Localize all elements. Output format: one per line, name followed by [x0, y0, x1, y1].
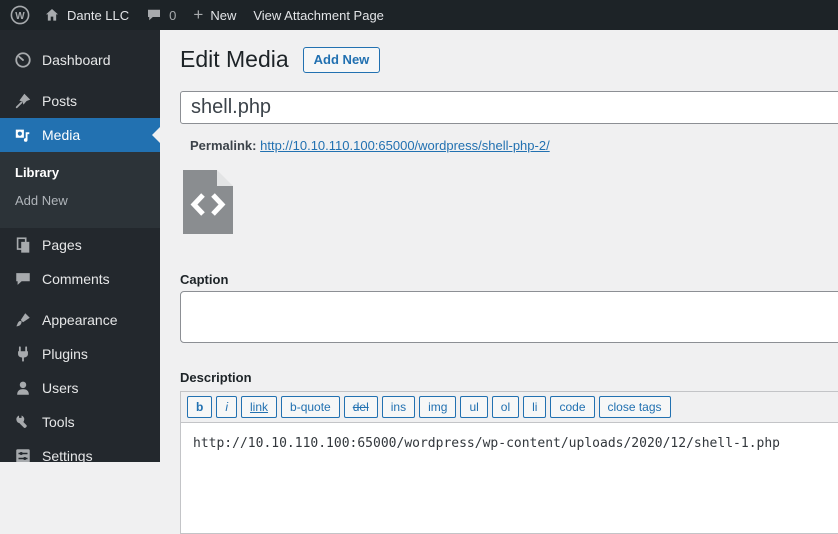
- media-title-input[interactable]: [180, 91, 838, 124]
- submenu-item-add-new[interactable]: Add New: [0, 186, 160, 214]
- sidebar-item-appearance[interactable]: Appearance: [0, 303, 160, 337]
- sidebar-item-label: Plugins: [42, 346, 88, 362]
- sidebar-item-label: Pages: [42, 237, 82, 253]
- site-name-label: Dante LLC: [67, 7, 130, 23]
- dashboard-icon: [13, 50, 33, 70]
- description-textarea[interactable]: http://10.10.110.100:65000/wordpress/wp-…: [181, 423, 838, 533]
- page-title: Edit Media: [180, 46, 289, 73]
- media-submenu: Library Add New: [0, 152, 160, 228]
- sidebar-item-label: Users: [42, 380, 79, 396]
- sidebar-item-label: Settings: [42, 448, 93, 462]
- permalink-link[interactable]: http://10.10.110.100:65000/wordpress/she…: [260, 138, 550, 153]
- quicktag-link-button[interactable]: link: [241, 396, 278, 418]
- view-attachment-page-label: View Attachment Page: [253, 7, 384, 23]
- wrench-icon: [13, 412, 33, 432]
- quicktag-ul-button[interactable]: ul: [460, 396, 488, 418]
- site-name-menu[interactable]: Dante LLC: [44, 7, 129, 23]
- quicktag-bold-button[interactable]: b: [187, 396, 213, 418]
- quicktag-li-button[interactable]: li: [523, 396, 547, 418]
- sidebar-item-plugins[interactable]: Plugins: [0, 337, 160, 371]
- sidebar-item-label: Comments: [42, 271, 110, 287]
- settings-icon: [13, 446, 33, 462]
- media-icon: [13, 125, 33, 145]
- quicktag-bquote-button[interactable]: b-quote: [281, 396, 340, 418]
- caption-label: Caption: [180, 272, 229, 287]
- submenu-item-library[interactable]: Library: [0, 158, 160, 186]
- quicktag-ol-button[interactable]: ol: [491, 396, 520, 418]
- sidebar-item-label: Dashboard: [42, 52, 111, 68]
- code-file-icon: [183, 170, 233, 234]
- sidebar-item-label: Appearance: [42, 312, 118, 328]
- home-icon: [44, 7, 60, 23]
- sidebar-item-dashboard[interactable]: Dashboard: [0, 43, 160, 77]
- view-attachment-page-link[interactable]: View Attachment Page: [253, 8, 384, 23]
- pages-icon: [13, 235, 33, 255]
- sidebar-item-label: Posts: [42, 93, 78, 109]
- quicktag-del-button[interactable]: del: [343, 396, 378, 418]
- sidebar-item-settings[interactable]: Settings: [0, 439, 160, 462]
- quicktag-italic-button[interactable]: i: [216, 396, 238, 418]
- comments-count: 0: [169, 7, 177, 23]
- sidebar-item-comments[interactable]: Comments: [0, 262, 160, 296]
- user-icon: [13, 378, 33, 398]
- sidebar-item-label: Tools: [42, 414, 75, 430]
- submenu-item-label: Add New: [15, 192, 68, 208]
- quicktag-code-button[interactable]: code: [550, 396, 595, 418]
- new-label: New: [210, 7, 237, 23]
- new-menu[interactable]: + New: [193, 4, 237, 24]
- sidebar-item-users[interactable]: Users: [0, 371, 160, 405]
- plug-icon: [13, 344, 33, 364]
- description-editor: b i link b-quote del ins img ul ol li co…: [180, 391, 838, 534]
- svg-text:W: W: [15, 11, 25, 22]
- edit-media-page: Edit Media Add New Permalink: http://10.…: [160, 30, 838, 534]
- quicktags-toolbar: b i link b-quote del ins img ul ol li co…: [181, 392, 838, 423]
- submenu-item-label: Library: [15, 164, 60, 180]
- wordpress-logo-menu[interactable]: W: [10, 5, 30, 25]
- pushpin-icon: [13, 91, 33, 111]
- quicktag-ins-button[interactable]: ins: [381, 396, 416, 418]
- quicktag-img-button[interactable]: img: [419, 396, 457, 418]
- sidebar-item-label: Media: [42, 127, 81, 143]
- paintbrush-icon: [13, 310, 33, 330]
- comment-bubble-icon: [146, 7, 162, 23]
- add-new-button[interactable]: Add New: [302, 47, 381, 73]
- admin-sidebar: Dashboard Posts Media Library Add New Pa…: [0, 30, 160, 462]
- sidebar-item-tools[interactable]: Tools: [0, 405, 160, 439]
- permalink-row: Permalink: http://10.10.110.100:65000/wo…: [180, 138, 838, 153]
- wordpress-logo-icon: W: [10, 5, 30, 25]
- admin-bar: W Dante LLC 0 + New View Attachment Page: [0, 0, 838, 30]
- sidebar-item-posts[interactable]: Posts: [0, 84, 160, 118]
- plus-icon: +: [193, 4, 204, 24]
- menu-separator: [0, 296, 160, 303]
- comments-menu[interactable]: 0: [146, 7, 176, 23]
- comments-icon: [13, 269, 33, 289]
- sidebar-item-pages[interactable]: Pages: [0, 228, 160, 262]
- permalink-label: Permalink:: [190, 138, 257, 153]
- description-label: Description: [180, 370, 252, 385]
- caption-textarea[interactable]: [180, 291, 838, 343]
- menu-separator: [0, 77, 160, 84]
- quicktag-close-tags-button[interactable]: close tags: [598, 396, 671, 418]
- sidebar-item-media[interactable]: Media: [0, 118, 160, 152]
